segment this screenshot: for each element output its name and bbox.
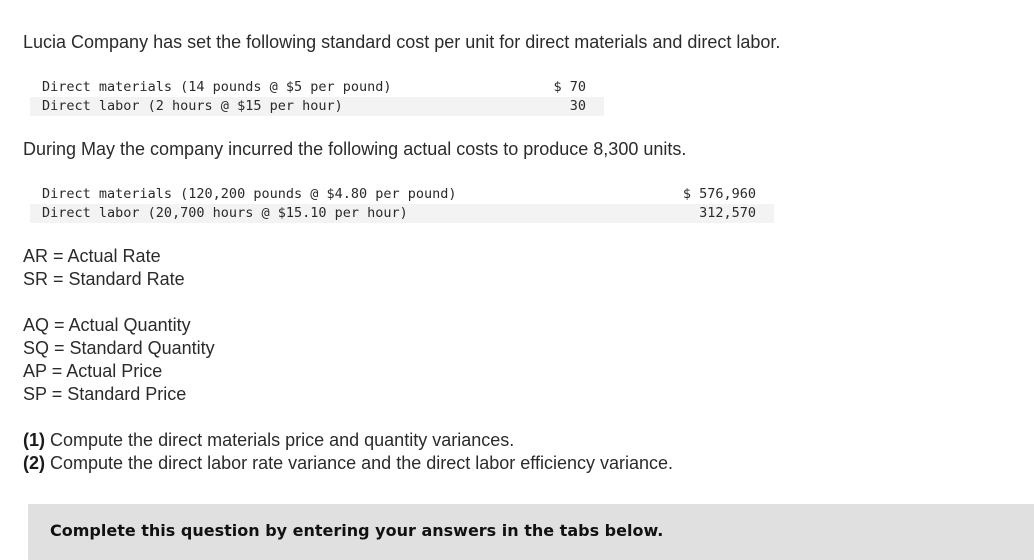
requirement-item: (2) Compute the direct labor rate varian…: [23, 452, 673, 475]
actual-costs-paragraph: During May the company incurred the foll…: [23, 139, 687, 159]
table-row: Direct labor (2 hours @ $15 per hour) 30: [30, 97, 604, 116]
instruction-text: Complete this question by entering your …: [50, 521, 664, 540]
definition-item: AQ = Actual Quantity: [23, 315, 191, 335]
row-amount: $ 70: [553, 79, 586, 95]
requirement-text: Compute the direct materials price and q…: [45, 430, 515, 450]
actual-cost-table: Direct materials (120,200 pounds @ $4.80…: [30, 185, 774, 223]
row-amount: $ 576,960: [682, 186, 756, 202]
row-description: Direct labor (2 hours @ $15 per hour): [42, 98, 343, 114]
instruction-panel: Complete this question by entering your …: [28, 504, 1034, 560]
definition-item: AP = Actual Price: [23, 361, 163, 381]
requirements-list: (1) Compute the direct materials price a…: [23, 429, 673, 475]
intro-paragraph: Lucia Company has set the following stan…: [23, 32, 781, 52]
standard-cost-table: Direct materials (14 pounds @ $5 per pou…: [30, 78, 604, 116]
definition-item: SQ = Standard Quantity: [23, 338, 215, 358]
table-row: Direct materials (120,200 pounds @ $4.80…: [30, 185, 774, 204]
definition-item: SP = Standard Price: [23, 384, 187, 404]
row-description: Direct materials (120,200 pounds @ $4.80…: [42, 186, 457, 202]
requirement-number: (2): [23, 453, 45, 473]
requirement-text: Compute the direct labor rate variance a…: [45, 453, 674, 473]
row-description: Direct labor (20,700 hours @ $15.10 per …: [42, 205, 408, 221]
row-amount: 312,570: [699, 205, 756, 221]
definition-item: AR = Actual Rate: [23, 246, 161, 266]
rate-definitions: AR = Actual Rate SR = Standard Rate: [23, 245, 185, 291]
quantity-price-definitions: AQ = Actual Quantity SQ = Standard Quant…: [23, 314, 215, 406]
definition-item: SR = Standard Rate: [23, 269, 185, 289]
requirement-item: (1) Compute the direct materials price a…: [23, 429, 673, 452]
table-row: Direct labor (20,700 hours @ $15.10 per …: [30, 204, 774, 223]
row-amount: 30: [569, 98, 586, 114]
table-row: Direct materials (14 pounds @ $5 per pou…: [30, 78, 604, 97]
requirement-number: (1): [23, 430, 45, 450]
row-description: Direct materials (14 pounds @ $5 per pou…: [42, 79, 392, 95]
